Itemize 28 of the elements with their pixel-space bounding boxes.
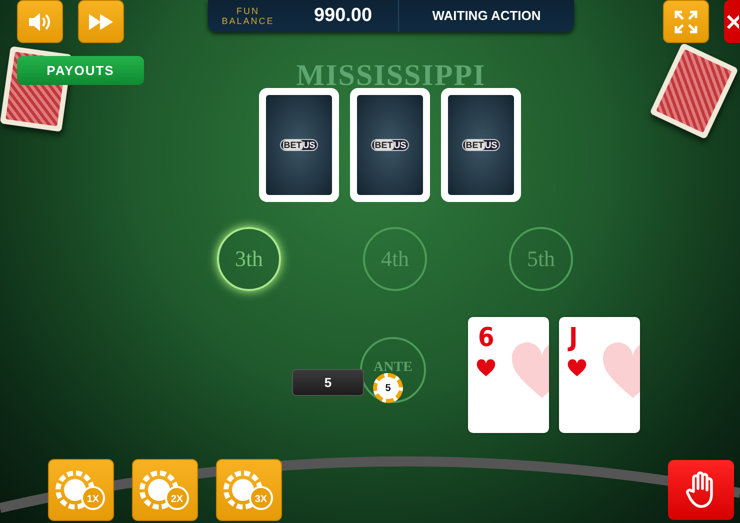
card-logo: BETUS: [462, 139, 500, 151]
fast-forward-icon: [88, 12, 114, 30]
stop-button[interactable]: [668, 460, 734, 520]
expand-icon: [674, 10, 698, 34]
card-logo: BETUS: [370, 139, 410, 151]
bet-spot[interactable]: 5th: [509, 227, 573, 291]
balance-amount: 990.00: [312, 5, 374, 27]
close-icon: [727, 14, 739, 30]
fast-forward-button[interactable]: [78, 0, 124, 43]
card-rank: J: [569, 323, 578, 353]
card-logo: BETUS: [280, 139, 318, 151]
table-title: MISSISSIPPI: [295, 62, 487, 90]
chip: 5: [373, 373, 403, 403]
ante-label: ANTE: [372, 360, 414, 376]
heart-icon: [566, 357, 588, 379]
chip-multiplier-button[interactable]: 1X: [48, 459, 114, 521]
chip-multiplier-button[interactable]: 3X: [216, 459, 282, 521]
speaker-icon: [27, 10, 53, 32]
bet-amount-tooltip: 5: [292, 369, 364, 396]
fullscreen-button[interactable]: [663, 0, 709, 43]
chip-multiplier-button[interactable]: 2X: [132, 459, 198, 521]
sound-button[interactable]: [17, 0, 63, 43]
status-text: WAITING ACTION: [398, 0, 574, 32]
bet-spot[interactable]: 3th: [217, 227, 281, 291]
payouts-button[interactable]: PAYOUTS: [17, 56, 144, 85]
balance-label: FUN BALANCE: [220, 6, 276, 26]
card-rank: 6: [478, 323, 494, 353]
heart-icon: [475, 357, 497, 379]
